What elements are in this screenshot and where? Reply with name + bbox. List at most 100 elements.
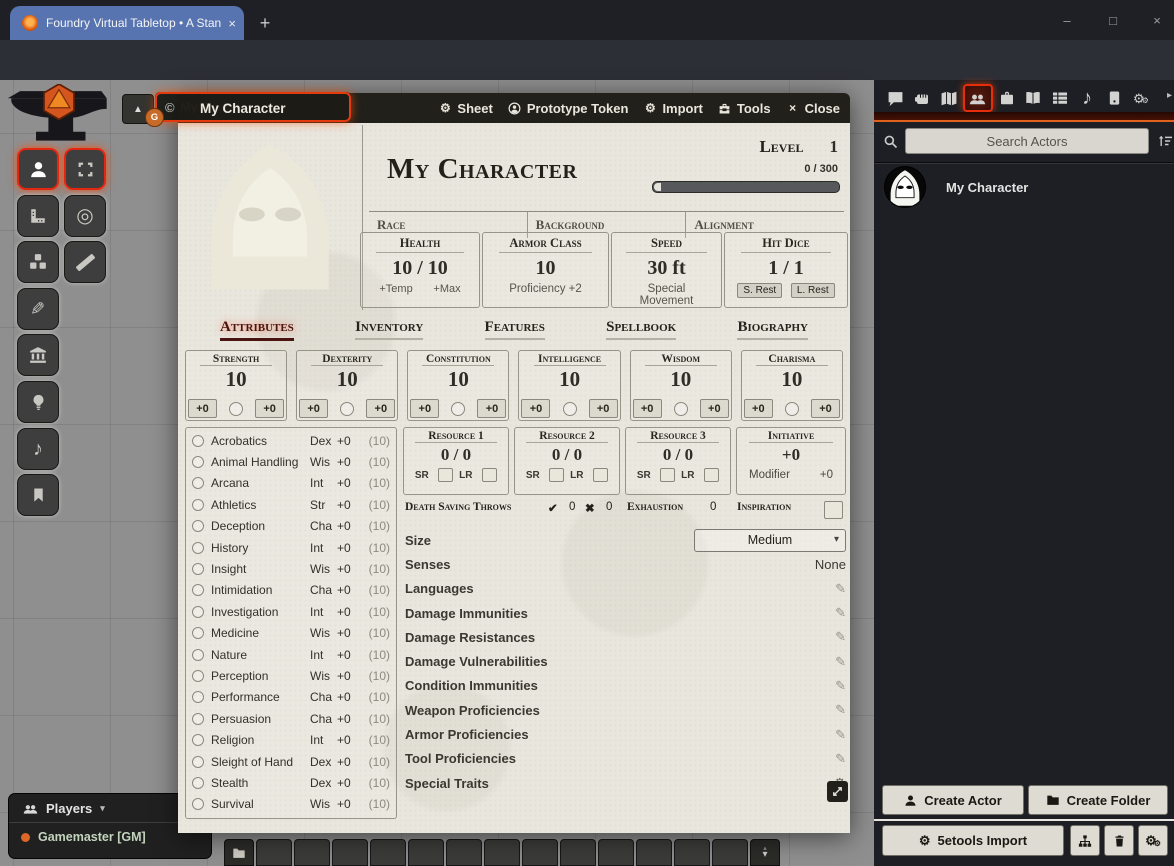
sheet-tab-features[interactable]: Features <box>485 316 545 346</box>
tab-settings[interactable]: ⚙⚙ <box>1128 86 1154 110</box>
death-success-icon[interactable]: ✔ <box>548 501 558 515</box>
level-value[interactable]: 1 <box>830 137 839 157</box>
tab-actors[interactable] <box>963 84 993 112</box>
initiative-modifier-value[interactable]: +0 <box>820 469 833 481</box>
window-minimize-button[interactable]: – <box>1052 10 1082 30</box>
sheet-tab-inventory[interactable]: Inventory <box>355 316 423 346</box>
delete-button[interactable] <box>1104 825 1134 856</box>
skill-row[interactable]: PerceptionWis+0(10) <box>186 665 396 686</box>
lr-checkbox[interactable] <box>593 468 608 482</box>
skill-row[interactable]: AcrobaticsDex+0(10) <box>186 430 396 451</box>
stat-value[interactable]: 30 ft <box>612 257 721 280</box>
macro-slot[interactable] <box>256 839 292 866</box>
sr-checkbox[interactable] <box>660 468 675 482</box>
lr-checkbox[interactable] <box>704 468 719 482</box>
resource-2[interactable]: Resource 20 / 0SRLR <box>514 427 620 495</box>
skill-proficiency-radio[interactable] <box>192 756 204 768</box>
skill-row[interactable]: PerformanceCha+0(10) <box>186 687 396 708</box>
macro-slot[interactable] <box>484 839 520 866</box>
skill-row[interactable]: DeceptionCha+0(10) <box>186 516 396 537</box>
window-maximize-button[interactable]: □ <box>1098 10 1128 30</box>
ability-check-mod[interactable]: +0 <box>255 399 284 418</box>
tab-playlists[interactable]: ♪ <box>1074 86 1100 110</box>
macro-slot[interactable] <box>674 839 710 866</box>
skill-row[interactable]: HistoryInt+0(10) <box>186 537 396 558</box>
character-name[interactable]: My Character <box>387 153 577 186</box>
sr-checkbox[interactable] <box>438 468 453 482</box>
ability-save-mod[interactable]: +0 <box>188 399 217 418</box>
search-actors-input[interactable] <box>905 128 1149 154</box>
sitemap-button[interactable] <box>1070 825 1100 856</box>
xp-value[interactable]: 0 / 300 <box>804 163 838 175</box>
skill-proficiency-radio[interactable] <box>192 627 204 639</box>
browser-tab[interactable]: Foundry Virtual Tabletop • A Stan × <box>10 6 244 40</box>
ability-score[interactable]: 10 <box>408 367 508 392</box>
skill-row[interactable]: ArcanaInt+0(10) <box>186 473 396 494</box>
sheet-tab-attributes[interactable]: Attributes <box>220 316 294 346</box>
subtool-target[interactable]: ◎ <box>64 195 106 237</box>
subtool-ruler[interactable] <box>64 241 106 283</box>
edit-icon[interactable]: ✎ <box>835 751 846 767</box>
death-fail-count[interactable]: 0 <box>606 501 612 513</box>
edit-icon[interactable]: ✎ <box>835 581 846 597</box>
skill-proficiency-radio[interactable] <box>192 798 204 810</box>
proficiency-radio[interactable] <box>229 402 243 416</box>
skill-proficiency-radio[interactable] <box>192 606 204 618</box>
proficiency-radio[interactable] <box>674 402 688 416</box>
create-folder-button[interactable]: Create Folder <box>1028 785 1168 815</box>
edit-icon[interactable]: ✎ <box>835 702 846 718</box>
stat-value[interactable]: 1 / 1 <box>725 257 847 280</box>
macro-slot[interactable] <box>522 839 558 866</box>
resource-value[interactable]: 0 / 0 <box>404 445 508 465</box>
sheet-tab-spellbook[interactable]: Spellbook <box>606 316 676 346</box>
skill-row[interactable]: IntimidationCha+0(10) <box>186 580 396 601</box>
skill-proficiency-radio[interactable] <box>192 520 204 532</box>
skill-row[interactable]: ReligionInt+0(10) <box>186 729 396 750</box>
inspiration-checkbox[interactable] <box>824 501 843 519</box>
lrest-rest-button[interactable]: L. Rest <box>791 283 835 298</box>
tool-drawings[interactable]: ✎ <box>17 288 59 330</box>
tab-tables[interactable] <box>1047 86 1073 110</box>
tab-scenes[interactable] <box>936 86 962 110</box>
macro-slot[interactable] <box>408 839 444 866</box>
ability-check-mod[interactable]: +0 <box>366 399 395 418</box>
create-actor-button[interactable]: Create Actor <box>882 785 1024 815</box>
skill-proficiency-radio[interactable] <box>192 777 204 789</box>
sr-checkbox[interactable] <box>549 468 564 482</box>
ability-save-mod[interactable]: +0 <box>521 399 550 418</box>
ability-save-mod[interactable]: +0 <box>633 399 662 418</box>
tool-measure-templates[interactable] <box>17 195 59 237</box>
edit-icon[interactable]: ✎ <box>835 678 846 694</box>
macro-slot[interactable] <box>560 839 596 866</box>
edit-icon[interactable]: ✎ <box>835 654 846 670</box>
macro-slot[interactable] <box>370 839 406 866</box>
proficiency-radio[interactable] <box>340 402 354 416</box>
ability-save-mod[interactable]: +0 <box>744 399 773 418</box>
lr-checkbox[interactable] <box>482 468 497 482</box>
ability-save-mod[interactable]: +0 <box>410 399 439 418</box>
tool-token-controls[interactable] <box>17 148 59 190</box>
resource-value[interactable]: 0 / 0 <box>515 445 619 465</box>
skill-proficiency-radio[interactable] <box>192 649 204 661</box>
tab-combat[interactable] <box>909 86 935 110</box>
sheet-tab-biography[interactable]: Biography <box>737 316 808 346</box>
ability-dexterity[interactable]: Dexterity10+0+0 <box>296 350 398 421</box>
resource-value[interactable]: 0 / 0 <box>626 445 730 465</box>
tab-compendium[interactable] <box>1101 86 1127 110</box>
macro-slot[interactable] <box>712 839 748 866</box>
exhaustion-value[interactable]: 0 <box>710 501 716 513</box>
ability-constitution[interactable]: Constitution10+0+0 <box>407 350 509 421</box>
macro-slot[interactable] <box>294 839 330 866</box>
stat-value[interactable]: 10 <box>483 257 608 280</box>
skill-proficiency-radio[interactable] <box>192 584 204 596</box>
subtool-select-tokens[interactable] <box>64 148 106 190</box>
sort-icon[interactable] <box>1158 133 1174 149</box>
tab-journal[interactable] <box>1020 86 1046 110</box>
resize-handle[interactable] <box>827 781 848 802</box>
ability-check-mod[interactable]: +0 <box>811 399 840 418</box>
ability-strength[interactable]: Strength10+0+0 <box>185 350 287 421</box>
skill-row[interactable]: PersuasionCha+0(10) <box>186 708 396 729</box>
ability-charisma[interactable]: Charisma10+0+0 <box>741 350 843 421</box>
ability-save-mod[interactable]: +0 <box>299 399 328 418</box>
ability-check-mod[interactable]: +0 <box>700 399 729 418</box>
